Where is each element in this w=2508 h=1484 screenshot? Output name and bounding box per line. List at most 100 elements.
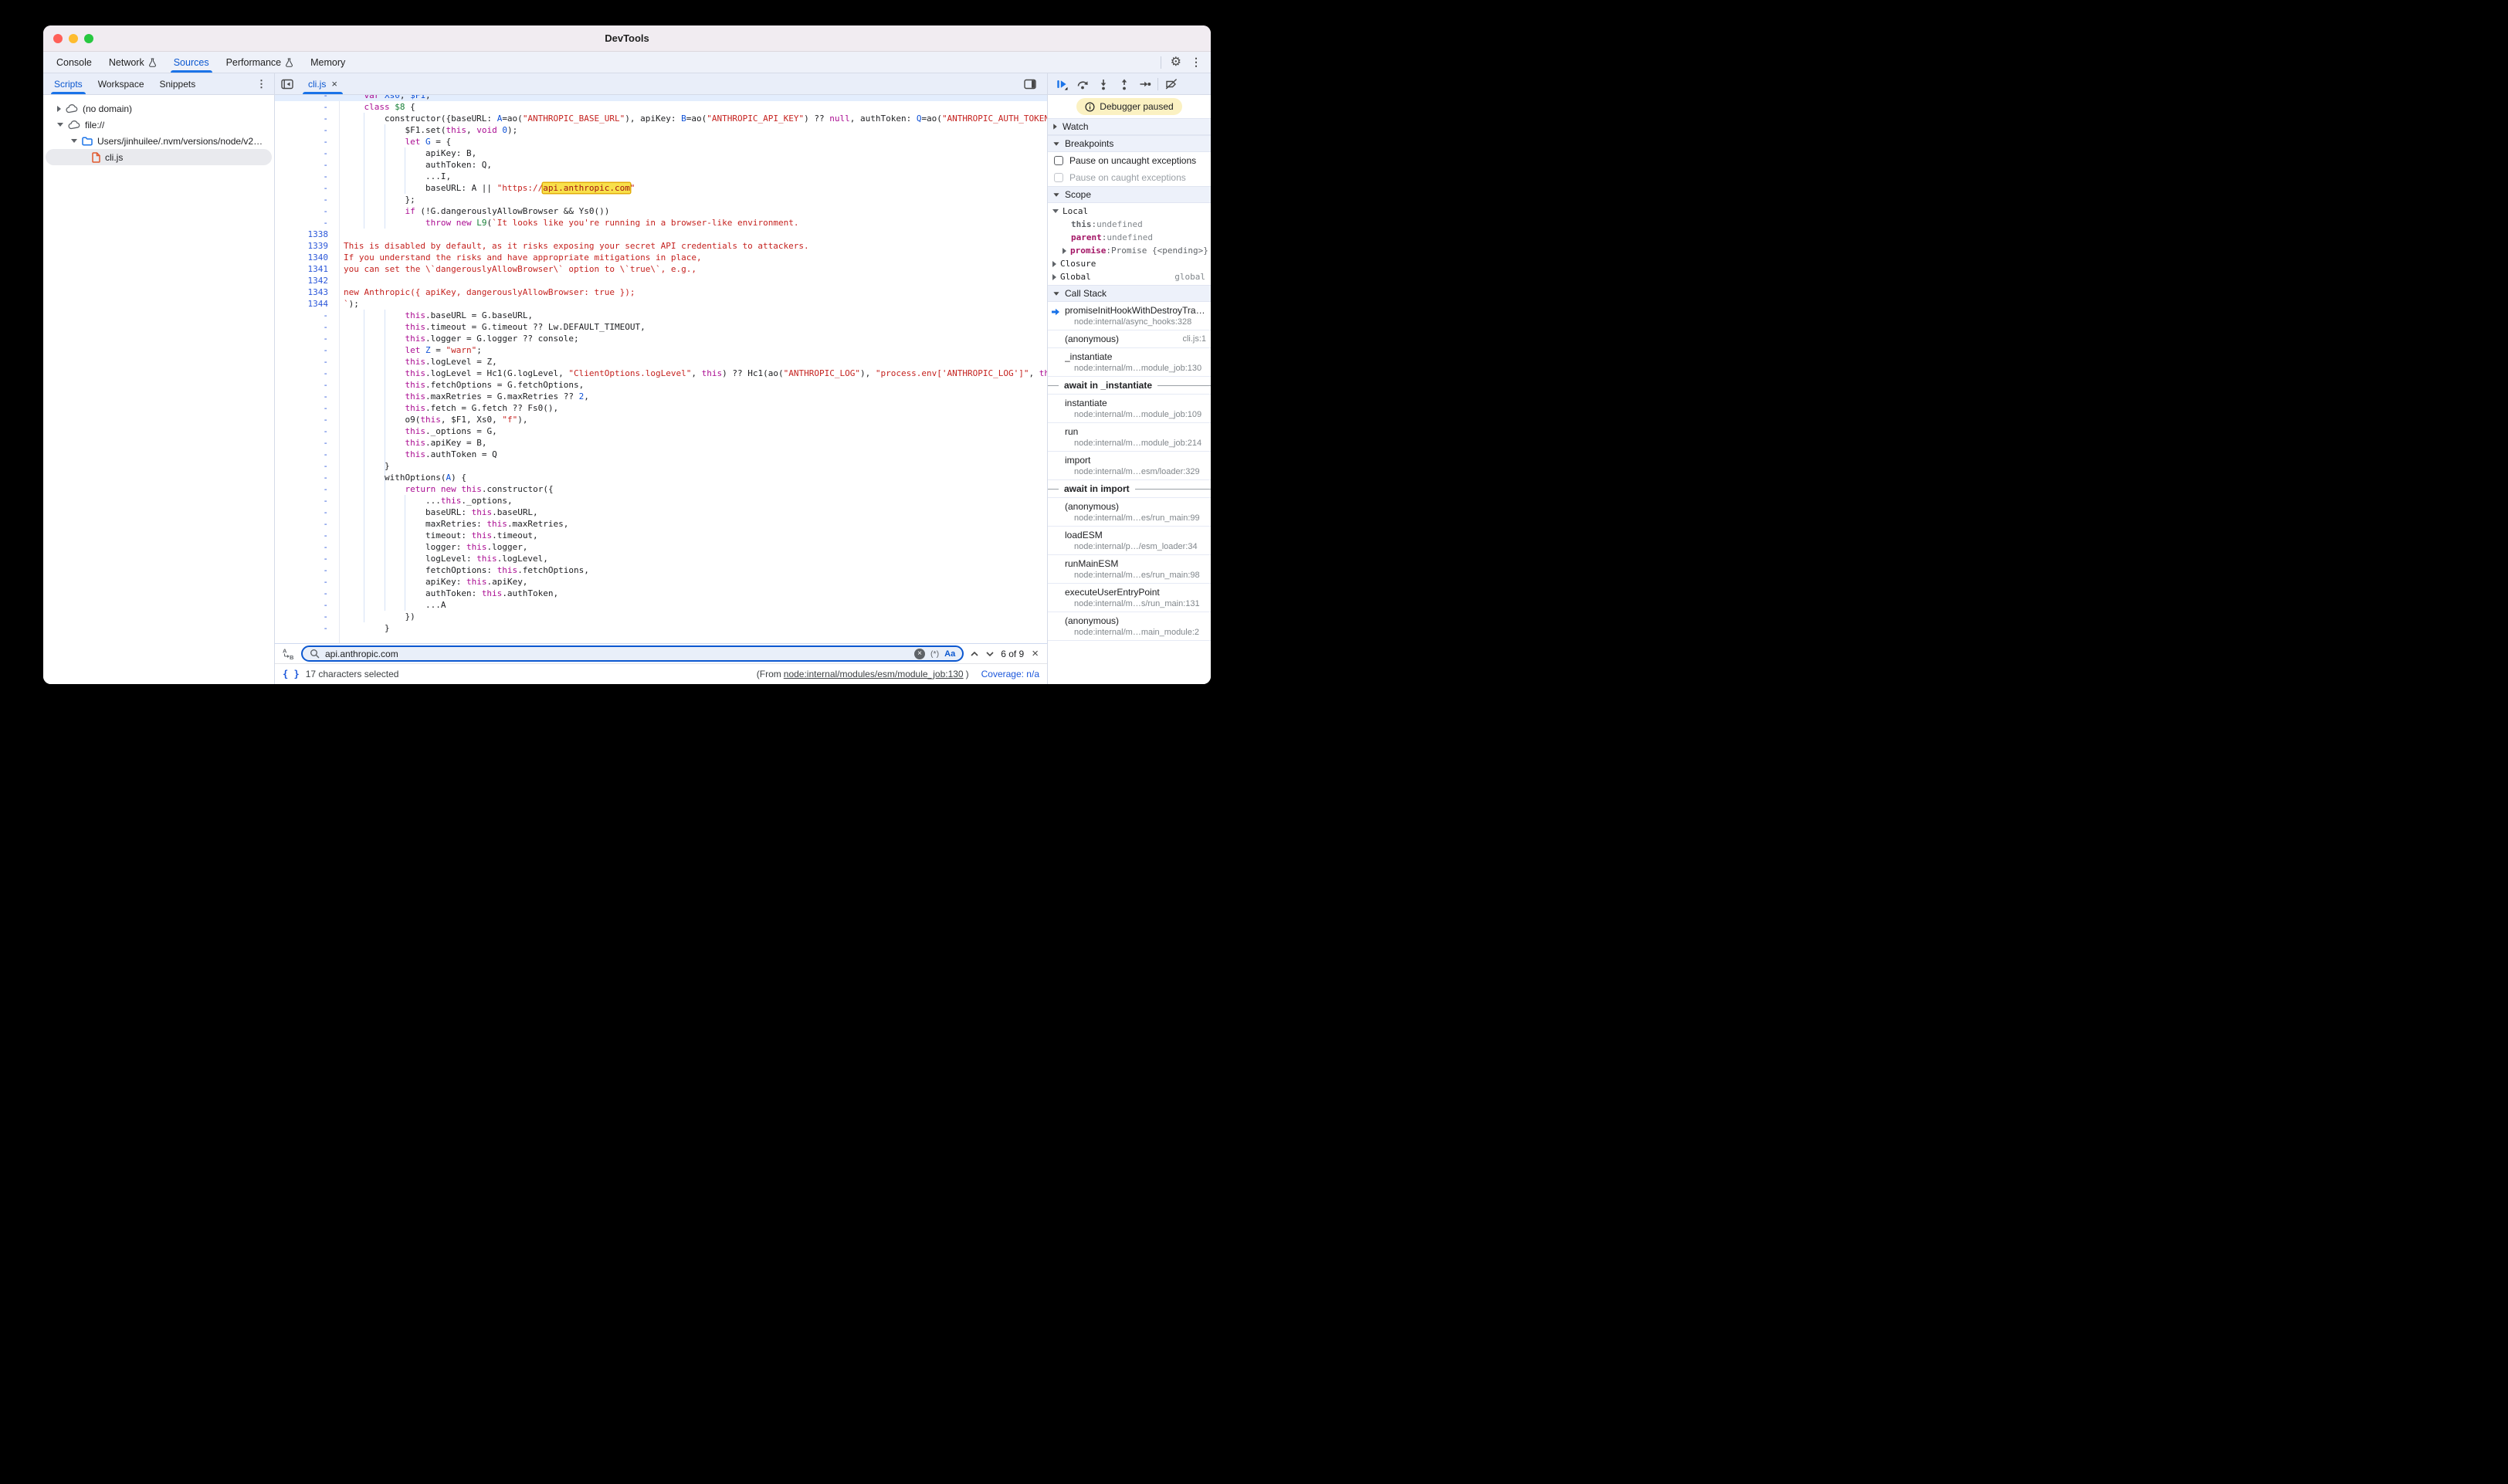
gutter-marker[interactable]: -	[275, 310, 339, 321]
gutter-marker[interactable]: -	[275, 379, 339, 391]
call-stack-frame[interactable]: _instantiatenode:internal/m…module_job:1…	[1048, 348, 1211, 377]
gutter-marker[interactable]: -	[275, 147, 339, 159]
scope-row-Local[interactable]: Local	[1048, 205, 1211, 218]
gutter-marker[interactable]: -	[275, 159, 339, 171]
callstack-section-header[interactable]: Call Stack	[1048, 285, 1211, 302]
call-stack-frame[interactable]: executeUserEntryPointnode:internal/m…s/r…	[1048, 584, 1211, 612]
tab-snippets[interactable]: Snippets	[152, 73, 204, 94]
editor-tab-cli-js[interactable]: cli.js ×	[300, 73, 346, 94]
gutter-marker[interactable]: -	[275, 124, 339, 136]
clear-search-icon[interactable]: ×	[914, 649, 925, 659]
gutter-marker[interactable]: -	[275, 495, 339, 507]
call-stack-frame[interactable]: (anonymous)node:internal/m…es/run_main:9…	[1048, 498, 1211, 527]
gutter-marker[interactable]: -	[275, 437, 339, 449]
scope-row-parent[interactable]: parent: undefined	[1048, 231, 1211, 244]
tab-performance[interactable]: Performance	[218, 52, 303, 73]
gutter-marker[interactable]: -	[275, 391, 339, 402]
scope-row-Closure[interactable]: Closure	[1048, 257, 1211, 270]
gutter-marker[interactable]: -	[275, 576, 339, 588]
gutter-marker[interactable]: 1340	[275, 252, 339, 263]
pause-uncaught-exceptions-row[interactable]: Pause on uncaught exceptions	[1048, 152, 1211, 169]
gutter-marker[interactable]: -	[275, 333, 339, 344]
chevron-right-icon[interactable]	[57, 106, 61, 112]
match-case-toggle[interactable]: Aa	[944, 649, 955, 659]
toggle-debugger-sidebar-icon[interactable]	[1018, 79, 1042, 90]
replace-toggle-icon[interactable]: AB	[282, 647, 295, 660]
call-stack-frame[interactable]: importnode:internal/m…esm/loader:329	[1048, 452, 1211, 480]
gutter-marker[interactable]: 1344	[275, 298, 339, 310]
gutter-marker[interactable]: -	[275, 611, 339, 622]
chevron-down-icon[interactable]	[57, 123, 63, 127]
step-into-button[interactable]	[1093, 78, 1113, 90]
gutter-marker[interactable]: -	[275, 136, 339, 147]
gutter-marker[interactable]: -	[275, 449, 339, 460]
step-out-button[interactable]	[1113, 78, 1134, 90]
gutter-marker[interactable]: -	[275, 95, 339, 101]
tab-memory[interactable]: Memory	[302, 52, 354, 73]
chevron-right-icon[interactable]	[1063, 248, 1066, 254]
chevron-right-icon[interactable]	[1052, 274, 1056, 280]
chevron-down-icon[interactable]	[1052, 209, 1059, 213]
call-stack-frame[interactable]: instantiatenode:internal/m…module_job:10…	[1048, 395, 1211, 423]
gutter-marker[interactable]: -	[275, 402, 339, 414]
call-stack-frame[interactable]: runMainESMnode:internal/m…es/run_main:98	[1048, 555, 1211, 584]
tree-item-cli-js[interactable]: cli.js	[46, 149, 272, 165]
gutter-marker[interactable]: -	[275, 425, 339, 437]
gutter-marker[interactable]: -	[275, 344, 339, 356]
chevron-down-icon[interactable]	[71, 139, 77, 143]
scope-row-this[interactable]: this: undefined	[1048, 218, 1211, 231]
gutter-marker[interactable]: -	[275, 518, 339, 530]
pretty-print-icon[interactable]: { }	[283, 669, 300, 679]
gutter-marker[interactable]: -	[275, 483, 339, 495]
regex-toggle[interactable]: (*)	[930, 649, 939, 659]
gutter-marker[interactable]: -	[275, 113, 339, 124]
tab-workspace[interactable]: Workspace	[90, 73, 152, 94]
watch-section-header[interactable]: Watch	[1048, 118, 1211, 135]
step-button[interactable]	[1134, 78, 1155, 90]
gutter-marker[interactable]: -	[275, 541, 339, 553]
gutter-marker[interactable]: -	[275, 194, 339, 205]
coverage-link[interactable]: Coverage: n/a	[981, 669, 1039, 679]
chevron-right-icon[interactable]	[1052, 261, 1056, 267]
checkbox-unchecked[interactable]	[1054, 156, 1063, 165]
navigator-more-icon[interactable]: ⋮	[249, 73, 274, 94]
scope-section-header[interactable]: Scope	[1048, 186, 1211, 203]
gutter-marker[interactable]: -	[275, 507, 339, 518]
deactivate-breakpoints-button[interactable]	[1161, 78, 1181, 90]
hide-navigator-icon[interactable]	[275, 73, 300, 94]
call-stack-frame[interactable]: (anonymous)node:internal/m…main_module:2	[1048, 612, 1211, 641]
minimize-window-button[interactable]	[69, 34, 78, 43]
search-input[interactable]	[325, 649, 909, 659]
gutter-marker[interactable]: 1341	[275, 263, 339, 275]
call-stack-frame[interactable]: promiseInitHookWithDestroyTrackingnode:i…	[1048, 302, 1211, 330]
gutter-marker[interactable]: 1342	[275, 275, 339, 286]
tree-item-file-protocol[interactable]: file://	[43, 117, 274, 133]
tab-network[interactable]: Network	[100, 52, 165, 73]
previous-match-icon[interactable]	[970, 649, 979, 659]
settings-gear-icon[interactable]: ⚙	[1171, 56, 1181, 69]
gutter-marker[interactable]: -	[275, 530, 339, 541]
scope-row-promise[interactable]: promise: Promise {<pending>}	[1048, 244, 1211, 257]
next-match-icon[interactable]	[985, 649, 995, 659]
close-tab-icon[interactable]: ×	[331, 78, 337, 90]
gutter-marker[interactable]: -	[275, 564, 339, 576]
gutter-marker[interactable]: -	[275, 599, 339, 611]
tab-sources[interactable]: Sources	[165, 52, 218, 73]
source-mapped-from-link[interactable]: node:internal/modules/esm/module_job:130	[784, 669, 964, 679]
gutter-marker[interactable]: -	[275, 368, 339, 379]
step-over-button[interactable]	[1072, 78, 1093, 90]
gutter-marker[interactable]: -	[275, 205, 339, 217]
gutter-marker[interactable]: -	[275, 217, 339, 229]
more-options-icon[interactable]: ⋮	[1191, 56, 1201, 69]
resume-script-button[interactable]	[1051, 78, 1072, 90]
gutter-marker[interactable]: 1339	[275, 240, 339, 252]
gutter-marker[interactable]: -	[275, 460, 339, 472]
tab-console[interactable]: Console	[48, 52, 100, 73]
gutter-marker[interactable]: 1338	[275, 229, 339, 240]
call-stack-frame[interactable]: (anonymous)cli.js:1	[1048, 330, 1211, 348]
gutter-marker[interactable]: 1343	[275, 286, 339, 298]
breakpoints-section-header[interactable]: Breakpoints	[1048, 135, 1211, 152]
maximize-window-button[interactable]	[84, 34, 93, 43]
code-editor[interactable]: - var Xs0, $F1;- class $8 {- constructor…	[275, 95, 1047, 643]
scope-row-Global[interactable]: Globalglobal	[1048, 270, 1211, 283]
